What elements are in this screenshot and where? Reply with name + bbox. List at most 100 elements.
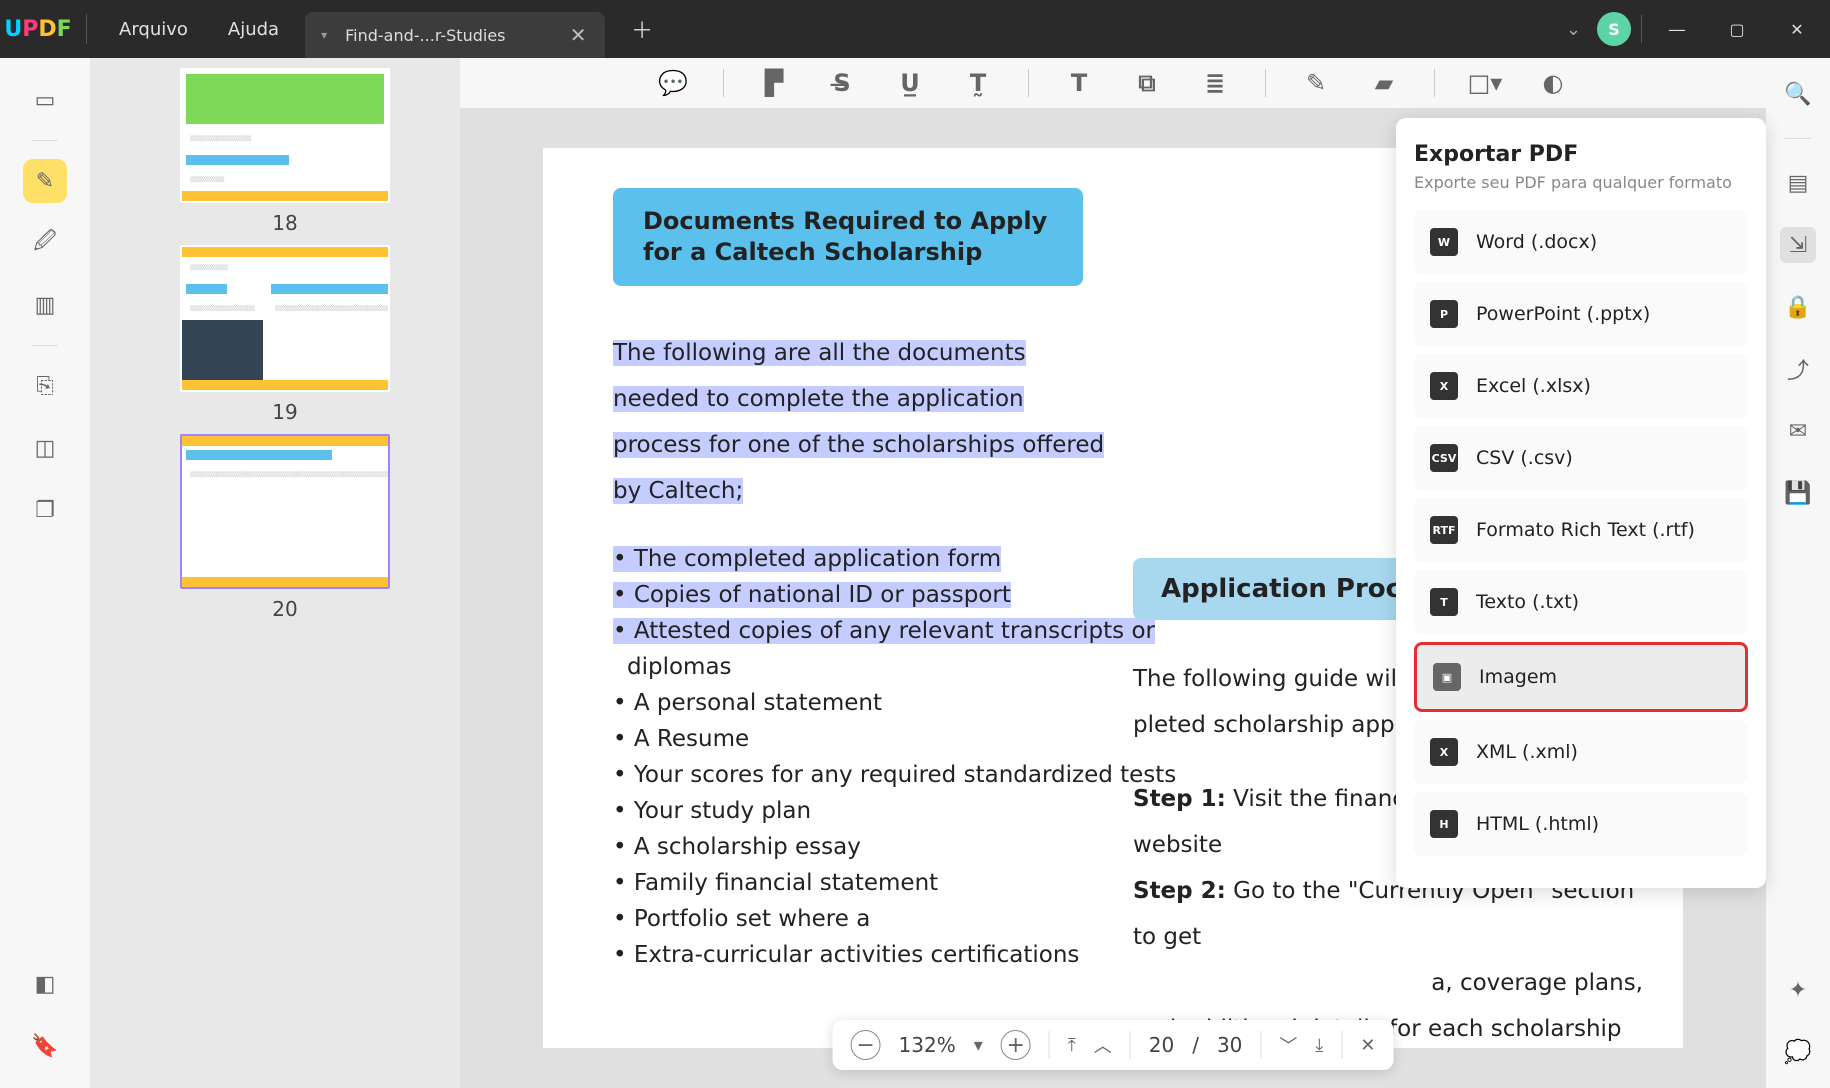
export-option[interactable]: CSVCSV (.csv) <box>1414 426 1748 490</box>
format-label: XML (.xml) <box>1476 741 1578 763</box>
stamp-icon[interactable]: ◐ <box>1535 65 1571 101</box>
email-icon[interactable]: ✉ <box>1780 413 1816 449</box>
divider <box>1130 1031 1131 1059</box>
first-page-icon[interactable]: ⤒ <box>1068 1035 1076 1056</box>
step-line: a, coverage plans, <box>1133 960 1643 1006</box>
close-zoombar-icon[interactable]: ✕ <box>1360 1035 1375 1056</box>
updf-logo: UPDF <box>8 14 68 44</box>
format-label: CSV (.csv) <box>1476 447 1573 469</box>
divider <box>1049 1031 1050 1059</box>
divider <box>1260 1031 1261 1059</box>
zoom-in-button[interactable]: + <box>1001 1030 1031 1060</box>
copy-icon[interactable]: ❐ <box>23 488 67 532</box>
thumb-number: 20 <box>272 597 297 621</box>
export-option[interactable]: X Excel (.xlsx) <box>1414 354 1748 418</box>
export-option[interactable]: X XML (.xml) <box>1414 720 1748 784</box>
reader-mode-icon[interactable]: ▭ <box>23 78 67 122</box>
protect-icon[interactable]: 🔒 <box>1780 289 1816 325</box>
feedback-icon[interactable]: 💭 <box>1780 1034 1816 1070</box>
divider <box>32 140 58 141</box>
avatar[interactable]: S <box>1597 12 1631 46</box>
export-option[interactable]: ▣ Imagem <box>1414 642 1748 712</box>
title-bar: UPDF Arquivo Ajuda ▾ Find-and-...r-Studi… <box>0 0 1830 58</box>
format-label: Imagem <box>1479 666 1557 688</box>
search-icon[interactable]: 🔍 <box>1780 76 1816 112</box>
eraser-icon[interactable]: ▰ <box>1366 65 1402 101</box>
annotate-icon[interactable]: ✎ <box>23 159 67 203</box>
annotation-toolbar: 💬 ▛ S̶ U̲ T̰ T ⧉ ≣ ✎ ▰ □▾ ◐ <box>460 58 1766 108</box>
prev-page-icon[interactable]: ︿ <box>1094 1032 1112 1058</box>
format-label: Texto (.txt) <box>1476 591 1579 613</box>
maximize-button[interactable]: ▢ <box>1712 9 1762 49</box>
divider <box>1265 69 1266 97</box>
thumbnail-18[interactable]: ░░░░░░░░░░░░░░░░░░░░░░░░░ 18 <box>160 68 410 235</box>
export-option[interactable]: P PowerPoint (.pptx) <box>1414 282 1748 346</box>
left-rail: ▭ ✎ 🖉 ▥ ⎘ ◫ ❐ ◧ 🔖 <box>0 58 90 1088</box>
divider <box>1341 1031 1342 1059</box>
strikethrough-icon[interactable]: S̶ <box>824 65 860 101</box>
share-icon[interactable]: ⤴ <box>1780 351 1816 387</box>
format-icon: X <box>1430 372 1458 400</box>
ocr-icon[interactable]: ▤ <box>1780 165 1816 201</box>
divider <box>32 345 58 346</box>
tab-label: Find-and-...r-Studies <box>345 26 555 45</box>
underline-icon[interactable]: U̲ <box>892 65 928 101</box>
export-icon[interactable]: ⇲ <box>1780 227 1816 263</box>
divider <box>1641 15 1642 43</box>
save-icon[interactable]: 💾 <box>1780 475 1816 511</box>
page-layout-icon[interactable]: ▥ <box>23 283 67 327</box>
current-page[interactable]: 20 <box>1149 1033 1174 1057</box>
export-option[interactable]: H HTML (.html) <box>1414 792 1748 856</box>
export-option[interactable]: WWord (.docx) <box>1414 210 1748 274</box>
export-panel: Exportar PDF Exporte seu PDF para qualqu… <box>1396 118 1766 888</box>
divider <box>1785 138 1811 139</box>
menu-ajuda[interactable]: Ajuda <box>214 11 293 48</box>
chevron-down-icon[interactable]: ⌄ <box>1560 13 1587 46</box>
format-icon: RTF <box>1430 516 1458 544</box>
layers-icon[interactable]: ◧ <box>23 962 67 1006</box>
thumbnail-20[interactable]: ░░░░░░░░░░░░░░░░░░░░░░░░░░░░░░░░░░░░░░░░… <box>160 434 410 621</box>
format-label: Word (.docx) <box>1476 231 1597 253</box>
document-tab[interactable]: ▾ Find-and-...r-Studies ✕ <box>305 12 605 58</box>
format-icon: T <box>1430 588 1458 616</box>
organize-pages-icon[interactable]: ⎘ <box>23 364 67 408</box>
chevron-down-icon[interactable]: ▾ <box>974 1035 983 1056</box>
text-icon[interactable]: T <box>1061 65 1097 101</box>
format-icon: ▣ <box>1433 663 1461 691</box>
squiggly-icon[interactable]: T̰ <box>960 65 996 101</box>
bookmark-icon[interactable]: 🔖 <box>23 1024 67 1068</box>
titlebar-right: ⌄ S ― ▢ ✕ <box>1560 9 1822 49</box>
textbox-icon[interactable]: ⧉ <box>1129 65 1165 101</box>
edit-text-icon[interactable]: 🖉 <box>23 221 67 265</box>
crop-icon[interactable]: ◫ <box>23 426 67 470</box>
thumbnail-panel: ░░░░░░░░░░░░░░░░░░░░░░░░░ 18 ░░░░░░░░░░░… <box>90 58 460 1088</box>
content-area: ▭ ✎ 🖉 ▥ ⎘ ◫ ❐ ◧ 🔖 ░░░░░░░░░░░░░░░░░░░░░░… <box>0 58 1830 1088</box>
zoom-percent[interactable]: 132% <box>899 1033 956 1057</box>
thumbnail-19[interactable]: ░░░░░░░░░░░░░░░░░░░░░░░░░░░░░░░░░░░░░░░░… <box>160 245 410 424</box>
close-tab-icon[interactable]: ✕ <box>567 24 589 46</box>
format-icon: H <box>1430 810 1458 838</box>
export-option[interactable]: RTFFormato Rich Text (.rtf) <box>1414 498 1748 562</box>
note-icon[interactable]: ≣ <box>1197 65 1233 101</box>
shape-icon[interactable]: □▾ <box>1467 65 1503 101</box>
pencil-icon[interactable]: ✎ <box>1298 65 1334 101</box>
zoom-out-button[interactable]: − <box>851 1030 881 1060</box>
highlight-icon[interactable]: ▛ <box>756 65 792 101</box>
menu-arquivo[interactable]: Arquivo <box>105 11 202 48</box>
export-subtitle: Exporte seu PDF para qualquer formato <box>1414 173 1748 192</box>
format-label: Excel (.xlsx) <box>1476 375 1591 397</box>
format-icon: X <box>1430 738 1458 766</box>
add-tab-button[interactable]: ＋ <box>631 13 653 45</box>
ai-icon[interactable]: ✦ <box>1780 972 1816 1008</box>
minimize-button[interactable]: ― <box>1652 9 1702 49</box>
close-window-button[interactable]: ✕ <box>1772 9 1822 49</box>
next-page-icon[interactable]: ﹀ <box>1279 1032 1297 1058</box>
export-option[interactable]: T Texto (.txt) <box>1414 570 1748 634</box>
format-icon: P <box>1430 300 1458 328</box>
page-sep: / <box>1192 1033 1199 1057</box>
format-label: HTML (.html) <box>1476 813 1599 835</box>
format-label: PowerPoint (.pptx) <box>1476 303 1650 325</box>
last-page-icon[interactable]: ⤓ <box>1315 1035 1323 1056</box>
total-pages: 30 <box>1217 1033 1242 1057</box>
comment-icon[interactable]: 💬 <box>655 65 691 101</box>
